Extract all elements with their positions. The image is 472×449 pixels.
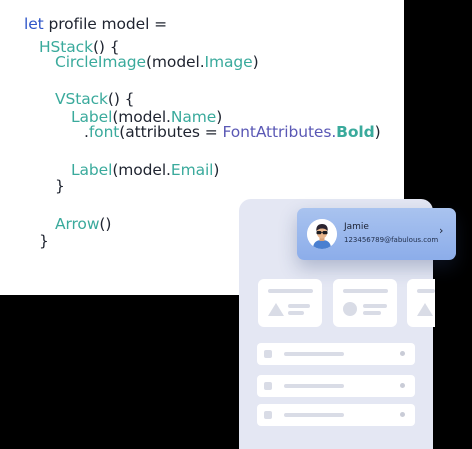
list-item-icon: [264, 411, 272, 419]
avatar-illustration-icon: [307, 219, 337, 249]
tile-line-placeholder: [288, 311, 304, 315]
code-line-10: }: [55, 173, 65, 199]
list-item-dot-icon: [400, 412, 405, 417]
code-text: ): [252, 53, 259, 71]
grid-tile[interactable]: [258, 279, 322, 327]
profile-name: Jamie: [344, 222, 369, 232]
chevron-right-icon[interactable]: ›: [439, 224, 443, 237]
list-item-dot-icon: [400, 351, 405, 356]
enum-value-bold: Bold: [336, 123, 375, 141]
property-email: Email: [170, 161, 214, 179]
type-circleimage: CircleImage: [55, 53, 146, 71]
list-item-text-placeholder: [284, 384, 344, 388]
code-line-13: }: [39, 228, 49, 254]
list-item[interactable]: [257, 404, 415, 426]
tile-line-placeholder: [363, 304, 387, 308]
code-text: ): [374, 123, 381, 141]
list-item-text-placeholder: [284, 352, 344, 356]
closing-brace: }: [55, 177, 65, 195]
tile-title-placeholder: [268, 289, 313, 293]
type-label: Label: [71, 161, 113, 179]
list-item-text-placeholder: [284, 413, 344, 417]
circle-icon: [343, 302, 357, 316]
triangle-icon: [417, 303, 433, 316]
code-text: profile model =: [43, 15, 168, 33]
list-item[interactable]: [257, 375, 415, 397]
tile-line-placeholder: [288, 304, 310, 308]
list-item-icon: [264, 382, 272, 390]
list-item-icon: [264, 350, 272, 358]
code-text: ): [213, 161, 220, 179]
code-text: (): [99, 215, 112, 233]
list-item-dot-icon: [400, 383, 405, 388]
triangle-icon: [268, 303, 284, 316]
method-font: font: [88, 123, 120, 141]
grid-tile[interactable]: [333, 279, 397, 327]
code-line-7: .font(attributes = FontAttributes.Bold): [84, 119, 381, 145]
property-image: Image: [204, 53, 253, 71]
tile-title-placeholder: [343, 289, 388, 293]
enum-fontattributes: FontAttributes.: [222, 123, 337, 141]
code-line-3: CircleImage(model.Image): [55, 49, 259, 75]
code-text: (attributes =: [119, 123, 223, 141]
profile-email: 123456789@fabulous.com: [344, 236, 439, 244]
list-item[interactable]: [257, 343, 415, 365]
code-line-12: Arrow(): [55, 211, 111, 237]
type-arrow: Arrow: [55, 215, 100, 233]
avatar: [307, 219, 337, 249]
code-line-9: Label(model.Email): [71, 157, 219, 183]
tile-line-placeholder: [363, 311, 381, 315]
keyword-let: let: [24, 15, 44, 33]
grid-tile[interactable]: [407, 279, 435, 327]
closing-brace: }: [39, 232, 49, 250]
tile-title-placeholder: [417, 289, 435, 293]
profile-card[interactable]: Jamie 123456789@fabulous.com ›: [297, 208, 456, 260]
code-text: (model.: [112, 161, 171, 179]
code-text: (model.: [145, 53, 205, 71]
